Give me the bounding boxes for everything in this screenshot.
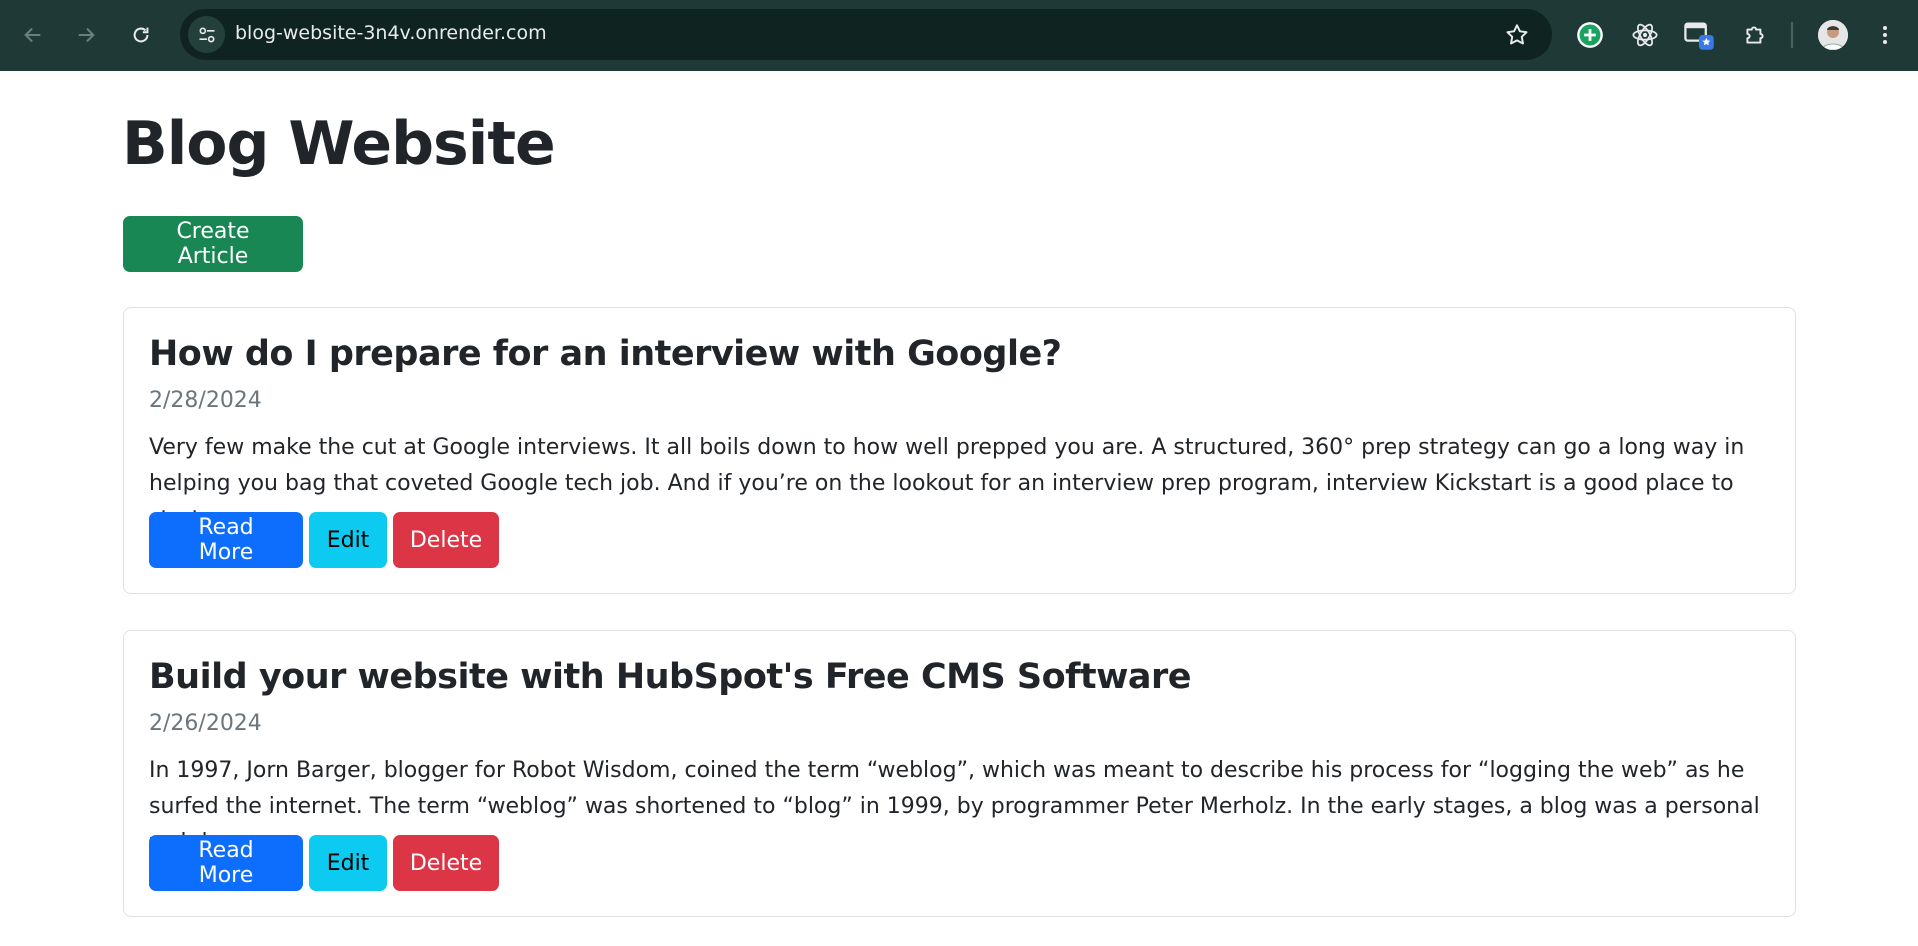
arrow-left-icon — [24, 27, 41, 43]
toolbar-divider — [1791, 22, 1793, 48]
forward-button[interactable] — [68, 17, 104, 53]
window-badge-icon — [1684, 22, 1714, 50]
edit-button[interactable]: Edit — [309, 835, 387, 891]
browser-menu-button[interactable] — [1867, 17, 1903, 53]
reload-button[interactable] — [123, 17, 159, 53]
star-icon — [1506, 24, 1528, 45]
site-info-button[interactable] — [188, 16, 225, 53]
more-vertical-icon — [1883, 26, 1887, 44]
user-avatar-icon — [1818, 20, 1848, 50]
tab-manager-button[interactable] — [1681, 17, 1717, 53]
delete-button[interactable]: Delete — [393, 835, 499, 891]
bookmark-button[interactable] — [1504, 22, 1530, 48]
article-card: How do I prepare for an interview with G… — [123, 307, 1796, 594]
article-card: Build your website with HubSpot's Free C… — [123, 630, 1796, 917]
delete-button[interactable]: Delete — [393, 512, 499, 568]
article-title: How do I prepare for an interview with G… — [149, 334, 1062, 374]
extension-add-button[interactable] — [1572, 17, 1608, 53]
article-date: 2/28/2024 — [149, 388, 262, 413]
react-devtools-button[interactable] — [1627, 17, 1663, 53]
back-button[interactable] — [15, 17, 51, 53]
reload-icon — [133, 27, 149, 43]
article-title: Build your website with HubSpot's Free C… — [149, 657, 1192, 697]
url-text[interactable]: blog-website-3n4v.onrender.com — [235, 22, 547, 44]
create-article-button[interactable]: Create Article — [123, 216, 303, 272]
profile-avatar[interactable] — [1818, 20, 1848, 50]
browser-toolbar: blog-website-3n4v.onrender.com — [0, 0, 1918, 71]
address-bar[interactable]: blog-website-3n4v.onrender.com — [180, 9, 1552, 60]
read-more-button[interactable]: Read More — [149, 512, 303, 568]
puzzle-icon — [1746, 26, 1764, 44]
tune-icon — [199, 27, 214, 43]
read-more-button[interactable]: Read More — [149, 835, 303, 891]
page-title: Blog Website — [122, 109, 556, 179]
plus-circle-icon — [1577, 22, 1603, 48]
edit-button[interactable]: Edit — [309, 512, 387, 568]
extensions-button[interactable] — [1737, 17, 1773, 53]
page-content: Blog Website Create Article How do I pre… — [0, 71, 1918, 946]
arrow-right-icon — [78, 27, 95, 43]
react-icon — [1632, 23, 1658, 47]
article-date: 2/26/2024 — [149, 711, 262, 736]
